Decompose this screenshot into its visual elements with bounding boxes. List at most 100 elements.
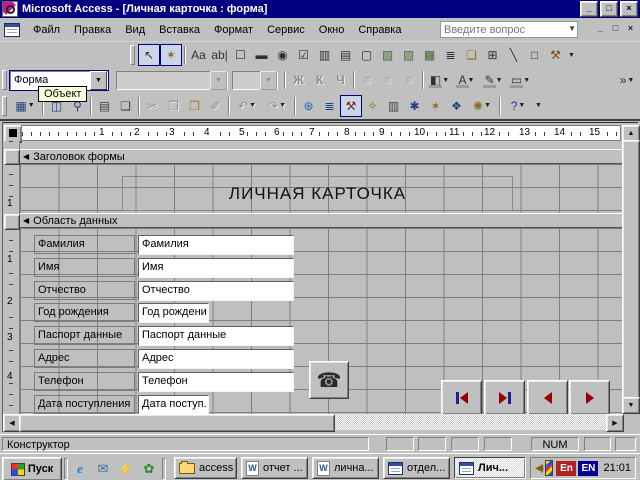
field-textbox[interactable]: Адрес xyxy=(138,349,294,369)
insert-hyperlink-button[interactable]: ⊛ xyxy=(298,95,319,116)
field-list-button[interactable]: ≣ xyxy=(319,95,340,116)
listbox-control-button[interactable]: ▤ xyxy=(335,45,356,66)
child-close-button[interactable]: × xyxy=(623,22,638,36)
chevron-down-icon[interactable]: ▼ xyxy=(523,77,530,84)
language-indicator[interactable]: En xyxy=(556,461,576,476)
taskbar-button[interactable]: Wлична... xyxy=(312,457,379,479)
line-control-button[interactable]: ╲ xyxy=(503,45,524,66)
ask-question-input[interactable] xyxy=(440,21,578,38)
textbox-control-button[interactable]: ab| xyxy=(209,45,230,66)
select-pointer-button[interactable]: ↖ xyxy=(138,44,160,66)
prev-record-button[interactable] xyxy=(527,380,568,415)
restore-button[interactable]: □ xyxy=(600,1,618,17)
language-indicator[interactable]: EN xyxy=(578,461,598,476)
font-color-button[interactable]: А▼ xyxy=(453,70,480,91)
view-button[interactable]: ▦▼ xyxy=(10,95,40,116)
menu-item-2[interactable]: Правка xyxy=(67,21,118,39)
underline-button[interactable]: Ч xyxy=(330,70,351,91)
subform-button[interactable]: ⊞ xyxy=(482,45,503,66)
chevron-down-icon[interactable]: ▼ xyxy=(279,102,286,109)
detail-section-bar[interactable]: ◀ Область данных xyxy=(20,213,623,228)
form-system-icon[interactable] xyxy=(4,23,20,37)
question-dropdown-icon[interactable]: ▼ xyxy=(568,24,576,33)
checkbox-control-button[interactable]: ☑ xyxy=(293,45,314,66)
winamp-icon[interactable]: ⚡ xyxy=(116,459,136,478)
chevron-down-icon[interactable]: ▼ xyxy=(90,71,107,90)
combobox-control-button[interactable]: ▥ xyxy=(314,45,335,66)
toolbar-grip[interactable] xyxy=(2,96,7,116)
phone-image-control[interactable]: ☎ xyxy=(309,361,349,399)
page-break-button[interactable]: ≣ xyxy=(440,45,461,66)
field-label[interactable]: Телефон xyxy=(34,372,135,391)
toolbox-button[interactable]: ⚒ xyxy=(340,95,362,117)
taskbar-button[interactable]: Wотчет ... xyxy=(241,457,308,479)
field-label[interactable]: Имя xyxy=(34,258,135,277)
field-label[interactable]: Паспорт данные xyxy=(34,326,135,345)
option-group-button[interactable]: ☐ xyxy=(230,45,251,66)
code-button[interactable]: ▥ xyxy=(383,95,404,116)
chevron-down-icon[interactable]: ▼ xyxy=(28,102,35,109)
field-label[interactable]: Год рождения xyxy=(34,303,135,322)
fill-color-button[interactable]: ◧▼ xyxy=(426,70,453,91)
form-title-label[interactable]: ЛИЧНАЯ КАРТОЧКА xyxy=(122,176,513,211)
paste-button[interactable]: ❒ xyxy=(184,95,205,116)
print-preview-button[interactable]: ❏ xyxy=(115,95,136,116)
menu-item-7[interactable]: Окно xyxy=(312,21,352,39)
field-label[interactable]: Адрес xyxy=(34,349,135,368)
undo-button[interactable]: ↶▼ xyxy=(232,95,262,116)
taskbar-button[interactable]: access xyxy=(174,457,237,479)
control-wizard-button[interactable]: ✶ xyxy=(160,44,182,66)
print-button[interactable]: ▤ xyxy=(94,95,115,116)
toolbar-overflow-icon[interactable]: ▼ xyxy=(535,102,542,109)
toggle-button-control-button[interactable]: ▬ xyxy=(251,45,272,66)
align-left-button[interactable]: ≡ xyxy=(357,70,378,91)
menu-item-1[interactable]: Файл xyxy=(26,21,67,39)
outlook-express-icon[interactable]: ✉ xyxy=(93,459,113,478)
taskbar-button[interactable]: Лич... xyxy=(454,457,526,479)
next-record-button[interactable] xyxy=(569,380,610,415)
italic-button[interactable]: К xyxy=(309,70,330,91)
first-record-button[interactable] xyxy=(441,380,482,415)
form-header-bar[interactable]: ◀ Заголовок формы xyxy=(20,149,623,164)
menu-item-3[interactable]: Вид xyxy=(118,21,152,39)
start-button[interactable]: Пуск xyxy=(2,457,62,480)
last-record-button[interactable] xyxy=(484,380,525,415)
header-section-selector[interactable] xyxy=(4,149,20,165)
toolbar-overflow-icon[interactable]: ▼ xyxy=(568,52,575,59)
bold-button[interactable]: Ж xyxy=(288,70,309,91)
menu-item-5[interactable]: Формат xyxy=(207,21,260,39)
horizontal-scrollbar-thumb[interactable] xyxy=(19,414,335,432)
copy-button[interactable]: ❐ xyxy=(163,95,184,116)
field-textbox[interactable]: Имя xyxy=(138,258,294,278)
scroll-down-icon[interactable]: ▼ xyxy=(622,397,640,414)
ie-icon[interactable]: e xyxy=(70,459,90,478)
line-color-button[interactable]: ✎▼ xyxy=(480,70,507,91)
close-button[interactable]: × xyxy=(620,1,638,17)
field-textbox[interactable]: Дата поступ. xyxy=(138,395,209,415)
toolbar-grip[interactable] xyxy=(2,70,7,90)
menu-item-4[interactable]: Вставка xyxy=(152,21,207,39)
menu-item-6[interactable]: Сервис xyxy=(260,21,312,39)
access-app-icon[interactable] xyxy=(2,1,18,17)
field-label[interactable]: Отчество xyxy=(34,281,135,300)
align-center-button[interactable]: ≡ xyxy=(378,70,399,91)
image-control-button[interactable]: ▨ xyxy=(377,45,398,66)
field-textbox[interactable]: Год рождени xyxy=(138,303,209,323)
volume-icon[interactable]: ◀) xyxy=(535,463,542,474)
chevron-down-icon[interactable]: ▼ xyxy=(518,102,525,109)
tray-app-icon[interactable] xyxy=(545,460,553,476)
properties-button[interactable]: ✱ xyxy=(404,95,425,116)
build-button[interactable]: ✶ xyxy=(425,95,446,116)
label-control-button[interactable]: Aa xyxy=(188,45,209,66)
chevron-down-icon[interactable]: ▼ xyxy=(468,77,475,84)
scroll-right-icon[interactable]: ▶ xyxy=(606,414,624,432)
toolbar-grip[interactable] xyxy=(130,45,135,65)
redo-button[interactable]: ↷▼ xyxy=(262,95,292,116)
field-label[interactable]: Фамилия xyxy=(34,235,135,254)
icq-flower-icon[interactable]: ✿ xyxy=(139,459,159,478)
field-textbox[interactable]: Фамилия xyxy=(138,235,294,255)
chevron-down-icon[interactable]: ▼ xyxy=(249,102,256,109)
taskbar-button[interactable]: отдел... xyxy=(383,457,450,479)
option-button-control-button[interactable]: ◉ xyxy=(272,45,293,66)
rectangle-control-button[interactable]: □ xyxy=(524,45,545,66)
